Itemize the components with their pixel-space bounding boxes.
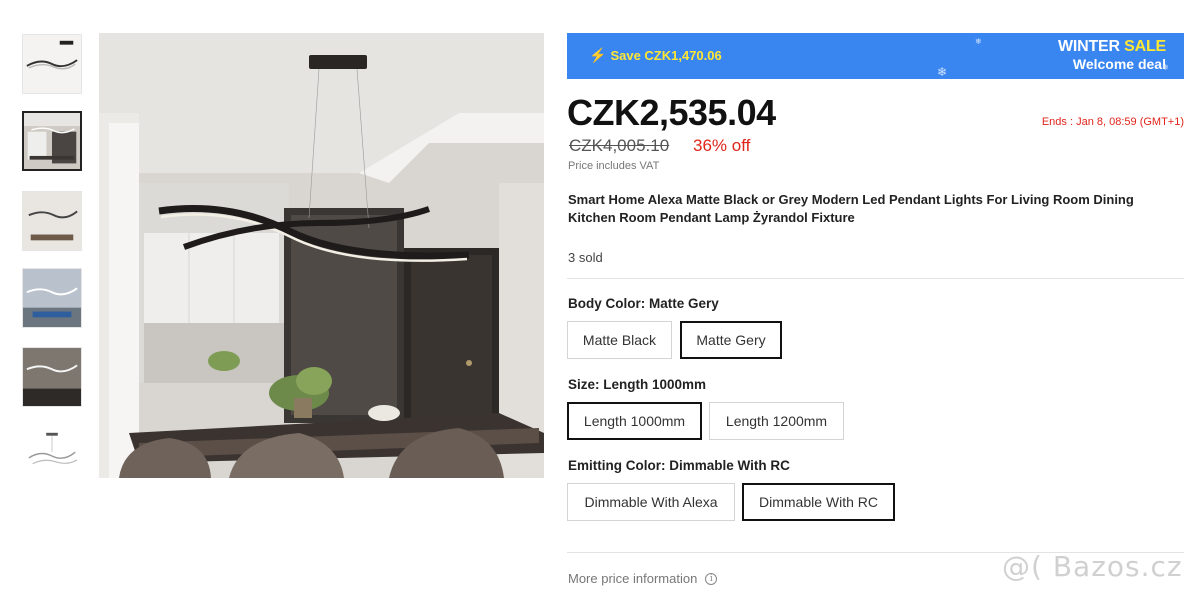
thumbnail-3[interactable] [22, 191, 82, 251]
save-amount: ⚡ Save CZK1,470.06 [589, 47, 722, 64]
emitting-color-label: Emitting Color: Dimmable With RC [568, 458, 790, 473]
option-matte-black[interactable]: Matte Black [567, 321, 672, 359]
vat-note: Price includes VAT [568, 160, 660, 172]
option-matte-gery[interactable]: Matte Gery [680, 321, 782, 359]
snowflake-icon: ❄ [937, 65, 948, 79]
snowflake-icon: ❄ [975, 37, 982, 46]
info-icon: i [705, 572, 718, 585]
current-price: CZK2,535.04 [567, 92, 776, 133]
option-dimmable-with-rc[interactable]: Dimmable With RC [742, 483, 895, 521]
sale-title-main: WINTER [1057, 38, 1125, 55]
sale-banner[interactable]: ⚡ Save CZK1,470.06 WINTER SALE Welcome d… [567, 33, 1184, 79]
product-title: Smart Home Alexa Matte Black or Grey Mod… [568, 192, 1134, 225]
bazos-watermark: @( Bazos.cz [1002, 550, 1183, 583]
lightning-bolt-icon: ⚡ [589, 47, 607, 63]
main-product-image[interactable] [99, 33, 544, 478]
sale-ends-time: Ends : Jan 8, 08:59 (GMT+1) [1041, 116, 1184, 128]
thumbnail-6[interactable] [22, 426, 82, 486]
thumbnail-1[interactable] [22, 34, 82, 94]
more-price-information-link[interactable]: More price information i [568, 571, 718, 586]
sale-title: WINTER SALE [1058, 38, 1166, 56]
snowflake-icon: ❄ [1162, 63, 1169, 72]
sold-count: 3 sold [568, 250, 603, 265]
body-color-label: Body Color: Matte Gery [568, 296, 719, 311]
divider [567, 278, 1184, 279]
thumbnail-2[interactable] [22, 111, 82, 171]
thumbnail-5[interactable] [22, 347, 82, 407]
thumbnail-4[interactable] [22, 268, 82, 328]
option-length-1200mm[interactable]: Length 1200mm [709, 402, 844, 440]
sale-subtitle: Welcome deal [1072, 56, 1166, 72]
option-dimmable-with-alexa[interactable]: Dimmable With Alexa [567, 483, 735, 521]
sale-title-accent: SALE [1124, 38, 1166, 55]
more-price-information-label: More price information [568, 571, 698, 586]
discount-percent: 36% off [693, 136, 751, 155]
original-price: CZK4,005.10 [569, 136, 670, 155]
option-length-1000mm[interactable]: Length 1000mm [567, 402, 702, 440]
size-label: Size: Length 1000mm [568, 377, 707, 392]
save-text: Save CZK1,470.06 [610, 48, 722, 63]
